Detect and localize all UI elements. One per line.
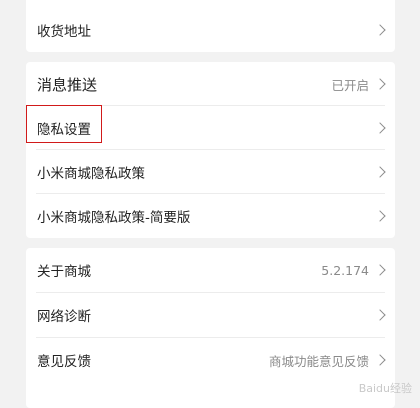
- row-shipping-address[interactable]: 收货地址: [26, 8, 395, 52]
- settings-card: 消息推送 已开启 隐私设置 小米商城隐私政策 小米商城隐私政策-简要版: [26, 62, 395, 238]
- app-version: 5.2.174: [321, 262, 369, 278]
- message-push-label: 消息推送: [37, 75, 98, 94]
- watermark: Baidu经验: [358, 382, 412, 395]
- message-push-status: 已开启: [331, 77, 369, 93]
- chevron-right-icon: [374, 166, 386, 178]
- row-network-diagnosis[interactable]: 网络诊断: [26, 293, 395, 337]
- feedback-hint: 商城功能意见反馈: [268, 353, 369, 369]
- chevron-right-icon: [374, 354, 386, 366]
- chevron-right-icon: [374, 264, 386, 276]
- privacy-policy-label: 小米商城隐私政策: [37, 166, 145, 182]
- chevron-right-icon: [374, 122, 386, 134]
- about-card: 关于商城 5.2.174 网络诊断 意见反馈 商城功能意见反馈: [26, 248, 395, 408]
- chevron-right-icon: [374, 24, 386, 36]
- row-feedback[interactable]: 意见反馈 商城功能意见反馈: [26, 338, 395, 382]
- row-message-push[interactable]: 消息推送 已开启: [26, 62, 395, 106]
- address-card: 收货地址: [26, 0, 395, 52]
- network-diagnosis-label: 网络诊断: [37, 309, 91, 325]
- row-about-store[interactable]: 关于商城 5.2.174: [26, 248, 395, 292]
- highlight-box: [26, 105, 102, 143]
- chevron-right-icon: [374, 309, 386, 321]
- chevron-right-icon: [374, 78, 386, 90]
- about-store-label: 关于商城: [37, 264, 91, 280]
- shipping-address-label: 收货地址: [37, 24, 91, 40]
- row-privacy-policy[interactable]: 小米商城隐私政策: [26, 150, 395, 194]
- row-privacy-policy-brief[interactable]: 小米商城隐私政策-简要版: [26, 194, 395, 238]
- privacy-policy-brief-label: 小米商城隐私政策-简要版: [37, 210, 191, 226]
- feedback-label: 意见反馈: [37, 354, 91, 370]
- chevron-right-icon: [374, 210, 386, 222]
